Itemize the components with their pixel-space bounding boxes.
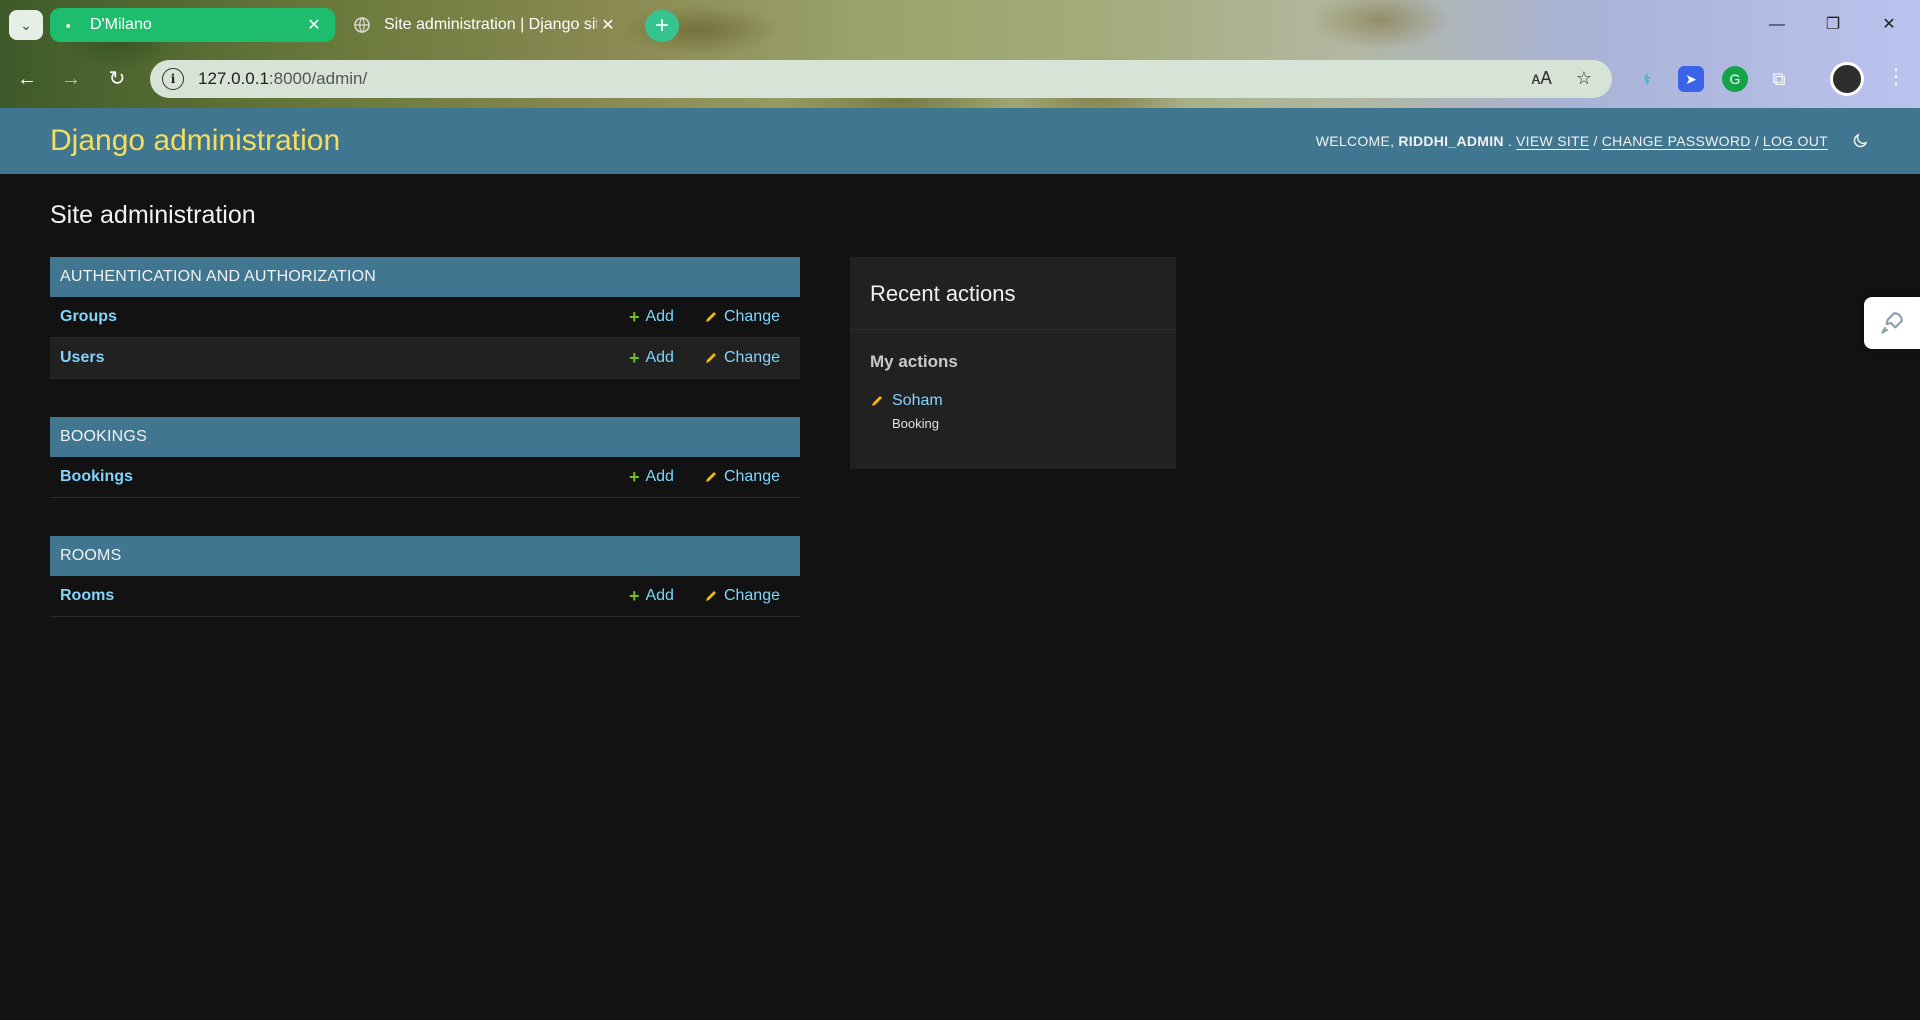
omnibox-actions: 🗚 ☆ — [1531, 68, 1592, 89]
model-link-bookings[interactable]: Bookings — [60, 468, 629, 486]
user-tools: Welcome, riddhi_admin. View site / Chang… — [1316, 131, 1870, 151]
change-label: Change — [723, 308, 780, 325]
module-caption[interactable]: Rooms — [50, 536, 800, 576]
module-caption[interactable]: Bookings — [50, 417, 800, 457]
model-link-rooms[interactable]: Rooms — [60, 587, 629, 605]
browser-toolbar: ← → ↻ i 127.0.0.1:8000/admin/ 🗚 ☆ — [0, 56, 1920, 102]
browser-chrome: ⌄ ▪ D'Milano ✕ Site administration | Dja… — [0, 0, 1920, 108]
module-bookings: Bookings Bookings + Add Change — [50, 417, 800, 498]
tab-dmilano[interactable]: ▪ D'Milano ✕ — [50, 8, 335, 42]
model-row-rooms: Rooms + Add Change — [50, 576, 800, 617]
page-title: Site administration — [50, 201, 256, 229]
module-caption[interactable]: Authentication and Authorization — [50, 257, 800, 297]
username: riddhi_admin — [1398, 133, 1504, 149]
content: Site administration Authentication and A… — [50, 174, 1870, 617]
model-row-bookings: Bookings + Add Change — [50, 457, 800, 498]
add-link[interactable]: + Add — [629, 349, 674, 367]
forward-icon[interactable]: → — [56, 64, 86, 94]
tab-title: Site administration | Django site — [384, 16, 597, 33]
pencil-icon — [704, 470, 718, 484]
restore-icon[interactable]: ❐ — [1810, 12, 1856, 38]
minimize-icon[interactable]: — — [1754, 12, 1800, 38]
site-favicon-icon: ▪ — [65, 17, 71, 33]
new-tab-button[interactable]: + — [645, 10, 679, 42]
change-link[interactable]: Change — [704, 587, 780, 605]
module-auth: Authentication and Authorization Groups … — [50, 257, 800, 379]
add-link[interactable]: + Add — [629, 308, 674, 326]
extensions-puzzle-icon[interactable]: ⧉ — [1766, 66, 1792, 92]
change-label: Change — [723, 349, 780, 366]
grammarly-icon[interactable]: G — [1722, 66, 1748, 92]
pencil-icon — [704, 351, 718, 365]
model-link-groups[interactable]: Groups — [60, 308, 629, 326]
tab-strip: ⌄ ▪ D'Milano ✕ Site administration | Dja… — [0, 0, 1920, 50]
reload-icon[interactable]: ↻ — [102, 64, 132, 94]
close-window-icon[interactable]: ✕ — [1866, 12, 1912, 38]
tab-search-button[interactable]: ⌄ — [9, 10, 43, 40]
my-actions-title: My actions — [870, 352, 958, 371]
browser-menu-icon[interactable]: ⋮ — [1886, 64, 1906, 89]
recent-actions-title: Recent actions — [850, 257, 1176, 330]
add-label: Add — [645, 468, 674, 485]
welcome-text: Welcome, — [1315, 133, 1395, 149]
admin-header: Django administration Welcome, riddhi_ad… — [0, 108, 1920, 174]
separator: / — [1754, 133, 1759, 149]
translate-icon[interactable]: 🗚 — [1531, 68, 1551, 89]
add-label: Add — [645, 587, 674, 604]
plus-icon: + — [628, 307, 640, 327]
change-label: Change — [723, 468, 780, 485]
model-row-groups: Groups + Add Change — [50, 297, 800, 338]
add-label: Add — [645, 349, 674, 366]
change-label: Change — [723, 587, 780, 604]
site-branding[interactable]: Django administration — [50, 124, 1316, 158]
plus-icon: + — [628, 348, 640, 368]
theme-toggle-moon-icon[interactable] — [1850, 131, 1870, 151]
close-tab-icon[interactable]: ✕ — [303, 15, 325, 35]
back-icon[interactable]: ← — [12, 64, 42, 94]
close-tab-icon[interactable]: ✕ — [597, 15, 619, 35]
extension-icon[interactable]: ⚕ — [1634, 66, 1660, 92]
bookmark-star-icon[interactable]: ☆ — [1576, 68, 1592, 89]
pencil-icon — [704, 310, 718, 324]
add-link[interactable]: + Add — [629, 468, 674, 486]
model-row-users: Users + Add Change — [50, 338, 800, 379]
pencil-icon — [704, 589, 718, 603]
change-link[interactable]: Change — [704, 308, 780, 326]
tab-django-admin[interactable]: Site administration | Django site ✕ — [344, 8, 629, 42]
model-link-users[interactable]: Users — [60, 349, 629, 367]
module-rooms: Rooms Rooms + Add Change — [50, 536, 800, 617]
change-password-link[interactable]: Change password — [1602, 133, 1751, 149]
site-info-icon[interactable]: i — [162, 68, 184, 90]
tab-title: D'Milano — [90, 16, 152, 33]
add-link[interactable]: + Add — [629, 587, 674, 605]
recent-action-type: Booking — [892, 416, 939, 431]
recent-actions-module: Recent actions My actions Soham Booking — [850, 257, 1176, 469]
change-link[interactable]: Change — [704, 468, 780, 486]
profile-avatar[interactable] — [1830, 62, 1864, 96]
url-path: :8000/admin/ — [268, 69, 368, 88]
rocket-icon — [1881, 312, 1903, 334]
log-out-link[interactable]: Log out — [1763, 133, 1828, 149]
address-bar[interactable]: i 127.0.0.1:8000/admin/ 🗚 ☆ — [150, 60, 1612, 98]
plus-icon: + — [628, 467, 640, 487]
floating-rocket-widget[interactable] — [1864, 297, 1920, 349]
change-link[interactable]: Change — [704, 349, 780, 367]
plus-icon: + — [628, 586, 640, 606]
add-label: Add — [645, 308, 674, 325]
pencil-icon — [870, 394, 884, 408]
recent-action-link[interactable]: Soham — [892, 392, 943, 410]
separator: / — [1593, 133, 1598, 149]
recent-action-item: Soham Booking — [850, 386, 1176, 431]
app-list: Authentication and Authorization Groups … — [50, 257, 800, 655]
view-site-link[interactable]: View site — [1516, 133, 1590, 149]
url-host: 127.0.0.1 — [198, 69, 269, 88]
globe-icon — [354, 17, 370, 33]
extension-rocket-icon[interactable]: ➤ — [1678, 66, 1704, 92]
